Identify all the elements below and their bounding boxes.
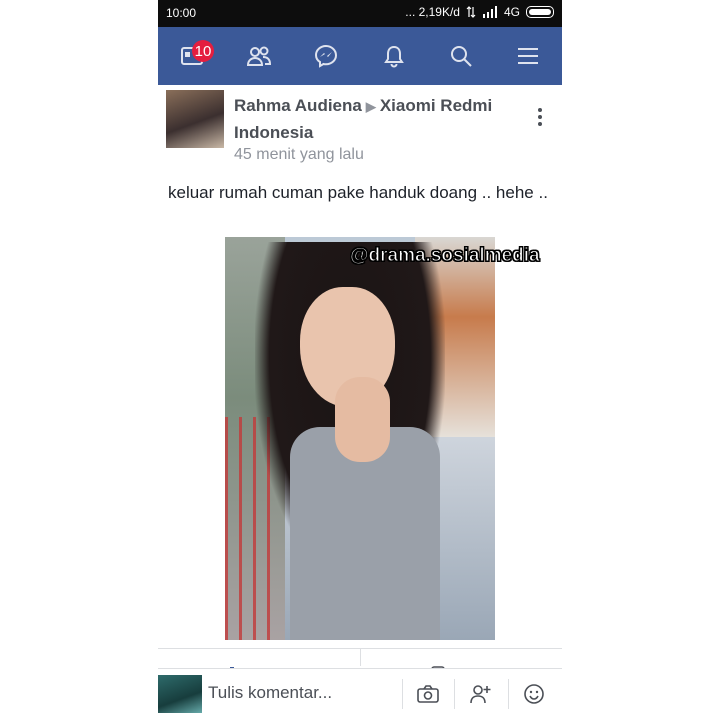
messenger-icon (315, 44, 338, 68)
watermark-text: @drama.sosialmedia (350, 245, 541, 267)
comment-bar: Tulis komentar... (158, 668, 562, 721)
camera-icon (417, 685, 439, 703)
author-avatar[interactable] (166, 90, 224, 148)
post-photo[interactable] (225, 237, 495, 640)
smiley-icon (524, 684, 544, 704)
bell-icon (383, 45, 404, 68)
friends-icon (246, 46, 271, 66)
nav-notifications[interactable] (374, 36, 414, 76)
comment-bar-separator (402, 679, 403, 709)
comment-bar-separator (508, 679, 509, 709)
share-arrow-icon: ▶ (365, 99, 376, 114)
data-transfer-icon (466, 6, 476, 18)
status-bar: 10:00 ... 2,19K/d 4G (158, 0, 562, 27)
menu-icon (518, 48, 539, 64)
photo-subject-hand (335, 377, 390, 462)
commenter-avatar (158, 675, 202, 713)
post-text: keluar rumah cuman pake handuk doang .. … (168, 183, 548, 202)
comment-count-partial[interactable] (430, 660, 470, 668)
comment-input[interactable]: Tulis komentar... (208, 683, 332, 703)
more-options-icon[interactable] (538, 108, 544, 126)
camera-button[interactable] (413, 679, 443, 709)
comment-bar-separator (454, 679, 455, 709)
nav-news-feed[interactable]: 10 (172, 36, 215, 76)
network-type: 4G (503, 5, 520, 19)
post-header: Rahma Audiena ▶ Xiaomi Redmi Indonesia 45 … (166, 90, 554, 163)
post-timestamp: 45 menit yang lalu (234, 146, 364, 163)
nav-friends[interactable] (239, 36, 279, 76)
top-nav-bar: 10 (158, 27, 562, 85)
tag-friend-button[interactable] (466, 679, 496, 709)
nav-messenger[interactable] (306, 36, 346, 76)
sticker-button[interactable] (519, 679, 549, 709)
battery-icon (526, 6, 554, 18)
phone-screen: 10:00 ... 2,19K/d 4G 10 Rahma Audiena ▶ … (158, 0, 562, 721)
action-separator (360, 648, 361, 666)
status-right: ... 2,19K/d 4G (405, 5, 554, 19)
notification-badge: 10 (191, 40, 215, 62)
add-person-icon (470, 685, 491, 704)
post-author-line: Rahma Audiena ▶ Xiaomi Redmi Indonesia (234, 93, 534, 146)
network-speed: ... 2,19K/d (405, 5, 460, 19)
like-count-partial[interactable] (228, 660, 268, 668)
post-author[interactable]: Rahma Audiena (234, 96, 362, 115)
signal-icon (482, 6, 497, 18)
nav-search[interactable] (441, 36, 481, 76)
search-icon (450, 46, 472, 67)
nav-menu[interactable] (508, 36, 548, 76)
status-time: 10:00 (166, 6, 197, 20)
